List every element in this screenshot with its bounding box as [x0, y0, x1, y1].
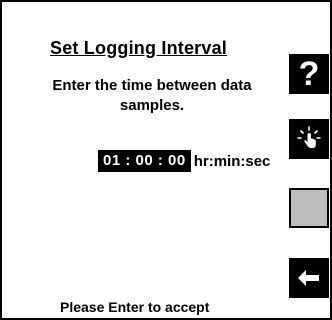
time-entry-row: 01 : 00 : 00 hr:min:sec	[98, 149, 270, 173]
logging-interval-screen: Set Logging Interval Enter the time betw…	[0, 0, 332, 320]
instructions-text: Enter the time between data samples.	[52, 77, 252, 114]
help-icon: ?	[298, 55, 320, 93]
accept-hint: Please Enter to accept	[60, 299, 210, 315]
touch-icon	[297, 126, 321, 148]
help-button[interactable]: ?	[289, 54, 329, 94]
blank-button[interactable]	[289, 188, 329, 228]
time-unit-label: hr:min:sec	[193, 152, 271, 170]
touch-button[interactable]	[289, 119, 329, 159]
page-title: Set Logging Interval	[50, 38, 228, 58]
interval-time-field[interactable]: 01 : 00 : 00	[98, 150, 191, 172]
back-button[interactable]	[289, 258, 329, 298]
back-arrow-icon	[298, 270, 319, 286]
